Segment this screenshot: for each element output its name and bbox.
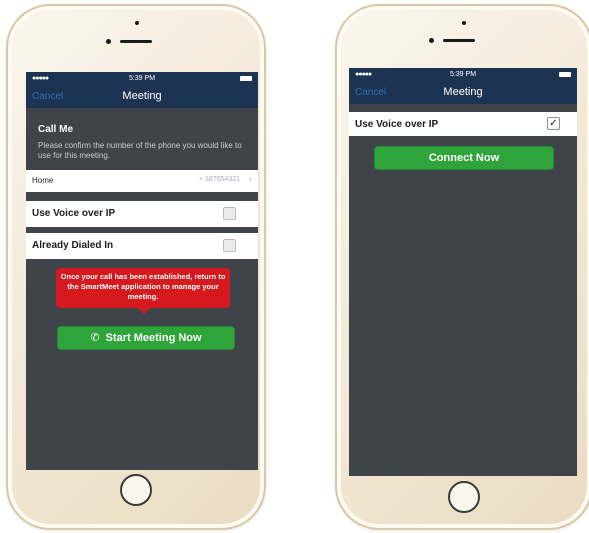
already-dialed-row[interactable]: Already Dialed In: [26, 233, 258, 259]
camera-icon: [135, 21, 139, 25]
speaker-icon: [443, 39, 475, 42]
voip-label: Use Voice over IP: [355, 119, 439, 130]
sensor-icon: [106, 39, 111, 44]
start-meeting-button[interactable]: ✆ Start Meeting Now: [57, 326, 235, 350]
voip-checkbox[interactable]: [223, 207, 236, 220]
already-dialed-label: Already Dialed In: [32, 240, 114, 251]
voip-row[interactable]: Use Voice over IP: [26, 201, 258, 227]
nav-bar: ●●●●● 5:39 PM Cancel Meeting: [26, 72, 258, 108]
already-dialed-checkbox[interactable]: [223, 239, 236, 252]
call-me-description: Please confirm the number of the phone y…: [38, 141, 242, 160]
camera-icon: [462, 21, 466, 25]
chevron-right-icon: ›: [248, 174, 252, 185]
home-button[interactable]: [120, 474, 152, 506]
status-time: 5:39 PM: [128, 75, 156, 82]
page-title: Meeting: [122, 90, 162, 102]
status-time: 5:39 PM: [449, 71, 477, 78]
phone-icon: ✆: [90, 332, 100, 344]
battery-icon: [240, 76, 252, 81]
call-me-heading: Call Me: [38, 124, 74, 135]
page-title: Meeting: [443, 86, 483, 98]
phone-left: ●●●●● 5:39 PM Cancel Meeting Call Me Ple…: [6, 4, 266, 530]
phone-right: ●●●●● 5:39 PM Cancel Meeting Use Voice o…: [335, 4, 589, 530]
battery-icon: [559, 72, 571, 77]
nav-bar: ●●●●● 5:39 PM Cancel Meeting: [349, 68, 577, 104]
home-button[interactable]: [448, 481, 480, 513]
phone-label: Home: [32, 176, 54, 185]
screen-left: ●●●●● 5:39 PM Cancel Meeting Call Me Ple…: [26, 72, 258, 470]
voip-label: Use Voice over IP: [32, 208, 116, 219]
voip-checkbox-checked[interactable]: ✓: [547, 117, 560, 130]
phone-number-value: + 187654321: [198, 176, 240, 183]
screen-right: ●●●●● 5:39 PM Cancel Meeting Use Voice o…: [349, 68, 577, 476]
start-meeting-label: Start Meeting Now: [105, 332, 202, 344]
sensor-icon: [429, 38, 434, 43]
connect-now-button[interactable]: Connect Now: [374, 146, 554, 170]
tooltip-arrow: [138, 308, 150, 314]
phone-number-row[interactable]: Home + 187654321 ›: [26, 170, 258, 192]
voip-row[interactable]: Use Voice over IP ✓: [349, 112, 577, 136]
call-tooltip: Once your call has been established, ret…: [56, 268, 230, 308]
speaker-icon: [120, 40, 152, 43]
